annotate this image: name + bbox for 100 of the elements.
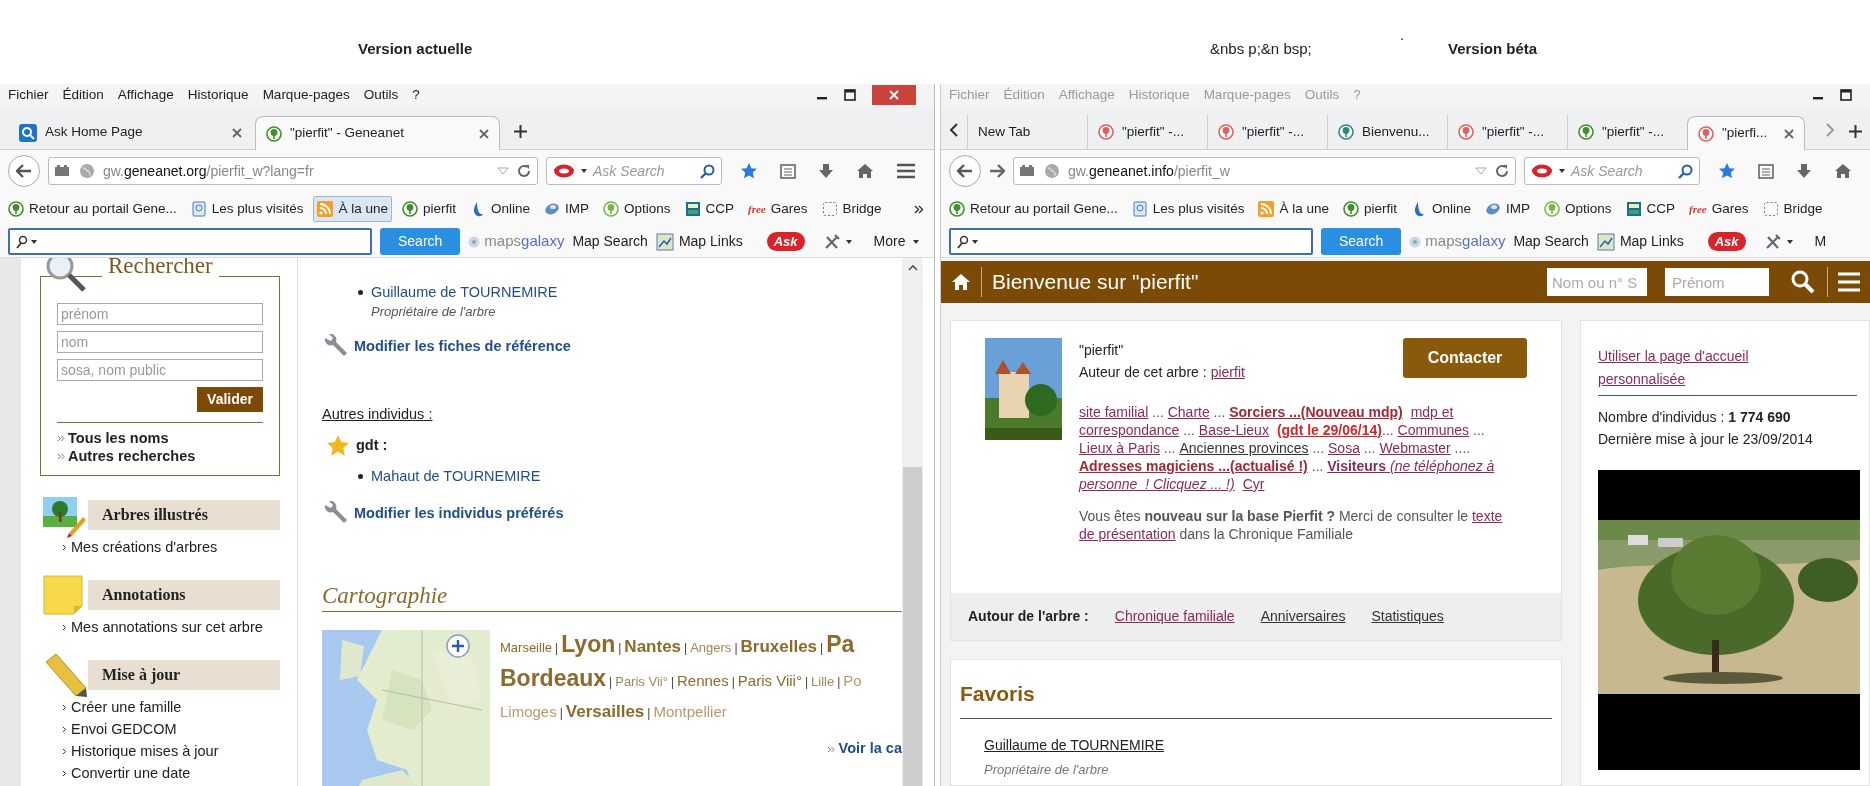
zoom-in-icon[interactable] [446, 634, 470, 659]
bookmark[interactable]: CCP [680, 196, 739, 222]
link[interactable]: personne ! Clicquez ... !) [1079, 475, 1235, 493]
input-field[interactable]: sosa, nom public [57, 359, 263, 381]
city-link[interactable]: Nantes [624, 633, 682, 662]
search-icon[interactable] [957, 234, 969, 249]
link[interactable]: Visiteurs (ne téléphonez à [1327, 457, 1495, 475]
menu-item[interactable]: Outils [363, 84, 399, 106]
link[interactable]: Communes [1397, 421, 1470, 439]
close-icon[interactable] [889, 90, 899, 100]
city-link[interactable]: Angers [690, 634, 732, 663]
bookmark[interactable]: Online [465, 196, 534, 222]
search-field[interactable] [949, 228, 1313, 255]
browser-tab[interactable]: "pierfit" -... [1207, 115, 1325, 149]
bookmark[interactable]: IMP [540, 196, 593, 222]
link[interactable]: Lieux à Paris [1079, 439, 1160, 457]
scroll-up-icon[interactable] [907, 264, 918, 271]
caret-icon[interactable] [1559, 169, 1565, 173]
city-link[interactable]: Pa [826, 630, 855, 659]
back-button[interactable] [8, 155, 40, 187]
bookmark[interactable]: Online [1406, 196, 1475, 222]
city-link[interactable]: Paris Viii° [737, 667, 802, 696]
link[interactable]: Webmaster [1379, 439, 1451, 457]
bookmark[interactable]: Bridge [817, 196, 886, 222]
link[interactable]: Base-Lieux [1198, 421, 1269, 439]
link[interactable]: (gdt le 29/06/14) [1276, 421, 1382, 439]
menu-item[interactable]: Affichage [117, 84, 174, 106]
sidebar-link[interactable]: Autres recherches [68, 447, 196, 465]
bookmark-star-icon[interactable] [1718, 162, 1736, 180]
map-icon[interactable] [1596, 232, 1615, 251]
menu-item[interactable]: Historique [187, 84, 249, 106]
contact-button[interactable]: Contacter [1403, 338, 1527, 378]
new-tab-icon[interactable] [514, 125, 527, 138]
caret-icon[interactable] [972, 239, 978, 244]
search-icon[interactable] [1791, 270, 1815, 294]
new-tab-icon[interactable] [1849, 125, 1862, 138]
bookmark[interactable]: Options [1540, 196, 1616, 222]
bookmark[interactable]: free Gares [744, 196, 812, 222]
author-link[interactable]: pierfit [1210, 361, 1245, 383]
reading-list-icon[interactable] [1758, 163, 1774, 179]
link[interactable]: mdp et [1410, 403, 1454, 421]
link[interactable]: Statistiques [1371, 606, 1444, 627]
city-link[interactable]: Versailles [565, 698, 645, 727]
homepage-link[interactable]: Utiliser la page d'accueil personnalisée [1598, 345, 1798, 391]
city-link[interactable]: Bruxelles [740, 633, 818, 662]
link[interactable]: texte [1471, 507, 1503, 525]
bookmark[interactable]: IMP [1481, 196, 1534, 222]
link[interactable]: Chronique familiale [1114, 606, 1235, 627]
history-icon[interactable] [55, 165, 71, 177]
city-link[interactable]: Bordeaux [500, 664, 607, 693]
link[interactable]: de présentation [1079, 525, 1176, 543]
home-icon[interactable] [856, 163, 874, 179]
city-link[interactable]: Paris Vii° [615, 668, 668, 697]
input-field[interactable]: nom [57, 331, 263, 353]
sidebar-link[interactable]: Créer une famille [71, 698, 182, 716]
edit-link[interactable]: Modifier les individus préférés [354, 503, 564, 526]
bookmark[interactable]: Bridge [1758, 196, 1827, 222]
bookmark[interactable]: Retour au portail Gene... [4, 196, 181, 222]
url-field[interactable]: gw.geneanet.org/pierfit_w?lang=fr [48, 157, 538, 185]
menu-item[interactable]: Fichier [8, 84, 49, 106]
caret-icon[interactable] [913, 239, 920, 244]
person-link[interactable]: Guillaume de TOURNEMIRE [984, 734, 1164, 756]
menu-item[interactable]: ? [412, 84, 420, 106]
bookmark[interactable]: Les plus visités [186, 196, 308, 222]
city-link[interactable]: Marseille [500, 634, 552, 663]
back-icon[interactable] [957, 164, 973, 178]
sidebar-link[interactable]: Historique mises à jour [71, 742, 219, 760]
browser-tab[interactable]: "pierfit" -... [1447, 115, 1565, 149]
menu-item[interactable]: Marque-pages [262, 84, 350, 106]
bookmark[interactable]: pierfit [1338, 196, 1401, 222]
browser-tab[interactable]: "pierfit" -... [1087, 115, 1205, 149]
close-tab-icon[interactable] [1784, 128, 1794, 139]
link[interactable]: Adresses magiciens ...(actualisé !) [1079, 457, 1308, 475]
url-field[interactable]: gw.geneanet.info/pierfit_w [1013, 157, 1516, 185]
bookmark[interactable]: Options [599, 196, 675, 222]
search-field[interactable] [8, 228, 372, 255]
bookmark-star-icon[interactable] [740, 162, 758, 180]
maximize-icon[interactable] [1840, 89, 1852, 101]
close-tab-icon[interactable] [479, 128, 489, 139]
sidebar-link[interactable]: Envoi GEDCOM [71, 720, 177, 738]
browser-tab[interactable]: "pierfi... [1687, 116, 1805, 150]
first-name-field[interactable]: Prénom [1665, 268, 1769, 296]
browser-tab[interactable]: Ask Home Page [8, 115, 253, 149]
input-field[interactable]: prénom [57, 303, 263, 325]
city-link[interactable]: Rennes [677, 667, 729, 696]
scroll-left-icon[interactable] [949, 123, 959, 137]
reload-icon[interactable] [517, 164, 531, 178]
bookmark[interactable]: Les plus visités [1127, 196, 1249, 222]
name-field[interactable]: Nom ou n° S [1547, 268, 1647, 296]
bookmark[interactable]: CCP [1621, 196, 1680, 222]
chevron-icon[interactable] [914, 204, 924, 214]
forward-icon[interactable] [989, 164, 1005, 178]
bookmark[interactable]: pierfit [397, 196, 460, 222]
close-button[interactable] [872, 85, 916, 105]
edit-link[interactable]: Modifier les fiches de référence [354, 335, 571, 358]
person-link[interactable]: Guillaume de TOURNEMIRE [371, 282, 558, 304]
link[interactable]: correspondance [1079, 421, 1180, 439]
link[interactable]: Sosa [1328, 439, 1360, 457]
browser-tab[interactable]: New Tab [967, 115, 1085, 149]
more-menu[interactable]: M [1814, 231, 1827, 252]
